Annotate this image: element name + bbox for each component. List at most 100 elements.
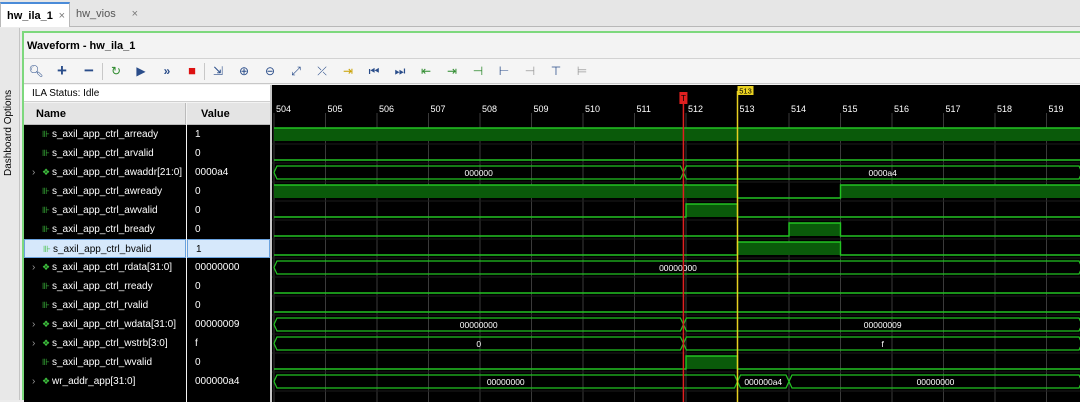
- signal-row[interactable]: ›❖s_axil_app_ctrl_wdata[31:0]: [24, 315, 186, 334]
- signal-row[interactable]: ›❖wr_addr_app[31:0]: [24, 372, 186, 391]
- run-trigger-icon[interactable]: ▶: [131, 61, 151, 81]
- add-marker-icon[interactable]: ⊣: [468, 61, 488, 81]
- bit-signal-icon: ⊪: [42, 296, 50, 315]
- waveform-high-fill: [738, 242, 841, 255]
- bus-value-label: f: [882, 339, 885, 349]
- waveform-bit-trace: [274, 223, 1080, 236]
- signal-name: s_axil_app_ctrl_awaddr[21:0]: [52, 163, 182, 182]
- bit-signal-icon: ⊪: [42, 201, 50, 220]
- signal-row[interactable]: ⊪s_axil_app_ctrl_arvalid: [24, 144, 186, 163]
- marker-icon[interactable]: ⇥: [338, 61, 358, 81]
- zoom-out-icon[interactable]: ⊖: [260, 61, 280, 81]
- signal-row[interactable]: ›❖s_axil_app_ctrl_wstrb[3:0]: [24, 334, 186, 353]
- search-icon[interactable]: 🔍︎: [26, 61, 46, 81]
- signal-value[interactable]: 0000a4: [187, 163, 270, 182]
- bit-signal-icon: ⊪: [43, 240, 51, 258]
- signal-value[interactable]: 0: [187, 182, 270, 201]
- signal-name: s_axil_app_ctrl_arvalid: [52, 144, 154, 163]
- signal-row[interactable]: ⊪s_axil_app_ctrl_arready: [24, 125, 186, 144]
- tab-hw-ila-1[interactable]: hw_ila_1 ×: [0, 2, 70, 27]
- bus-value-label: 00000000: [487, 377, 525, 387]
- value-column-header[interactable]: Value: [187, 103, 270, 125]
- zoom-fit-icon[interactable]: ⤢: [286, 61, 306, 81]
- next-marker-icon[interactable]: ⊣: [520, 61, 540, 81]
- tab-label: hw_ila_1: [7, 10, 53, 22]
- toolbar: 🔍︎ + − ↻ ▶ » ■ ⇲ ⊕ ⊖ ⤢ ⤫ ⇥ ⏮ ⏭ ⇤ ⇥ ⊣ ⊢ ⊣…: [24, 58, 1080, 84]
- signal-value[interactable]: 1: [187, 125, 270, 144]
- add-icon[interactable]: +: [52, 61, 72, 81]
- signal-value[interactable]: 0: [187, 144, 270, 163]
- signal-row[interactable]: ⊪s_axil_app_ctrl_bready: [24, 220, 186, 239]
- tick-label: 513: [740, 104, 755, 114]
- panel-title: Waveform - hw_ila_1: [27, 40, 135, 52]
- bus-signal-icon: ❖: [42, 258, 50, 277]
- bus-value-label: 0: [476, 339, 481, 349]
- tick-label: 517: [946, 104, 961, 114]
- signal-value[interactable]: 0: [187, 353, 270, 372]
- dashboard-options-label[interactable]: Dashboard Options: [3, 90, 14, 176]
- stop-icon[interactable]: ■: [182, 61, 202, 81]
- cursor-icon[interactable]: ⤫: [312, 61, 332, 81]
- close-icon[interactable]: ×: [132, 8, 138, 20]
- tick-label: 512: [688, 104, 703, 114]
- bus-value-label: 00000000: [659, 263, 697, 273]
- expand-chevron-icon[interactable]: ›: [32, 315, 35, 334]
- expand-chevron-icon[interactable]: ›: [32, 372, 35, 391]
- signal-value[interactable]: 00000009: [187, 315, 270, 334]
- signal-name: s_axil_app_ctrl_awvalid: [52, 201, 158, 220]
- run-immediate-icon[interactable]: »: [157, 61, 177, 81]
- go-first-icon[interactable]: ⏮: [364, 61, 384, 81]
- bus-value-label: 00000000: [917, 377, 955, 387]
- expand-chevron-icon[interactable]: ›: [32, 334, 35, 353]
- signal-name: s_axil_app_ctrl_wvalid: [52, 353, 152, 372]
- tick-label: 508: [482, 104, 497, 114]
- signal-value[interactable]: 000000a4: [187, 372, 270, 391]
- signal-row[interactable]: ⊪s_axil_app_ctrl_wvalid: [24, 353, 186, 372]
- waveform-canvas[interactable]: 5045055065075085095105115125135145155165…: [272, 85, 1080, 402]
- tab-bar: hw_ila_1 × hw_vios ×: [0, 0, 1080, 27]
- expand-chevron-icon[interactable]: ›: [32, 163, 35, 182]
- name-column-header[interactable]: Name: [24, 103, 186, 125]
- signal-name-list: ⊪s_axil_app_ctrl_arready⊪s_axil_app_ctrl…: [24, 125, 186, 402]
- refresh-icon[interactable]: ↻: [106, 61, 126, 81]
- next-transition-icon[interactable]: ⇥: [442, 61, 462, 81]
- signal-row[interactable]: ⊪s_axil_app_ctrl_rvalid: [24, 296, 186, 315]
- signal-row[interactable]: ⊪s_axil_app_ctrl_awvalid: [24, 201, 186, 220]
- remove-icon[interactable]: −: [79, 61, 99, 81]
- signal-row[interactable]: ⊪s_axil_app_ctrl_bvalid: [24, 239, 186, 258]
- zoom-in-icon[interactable]: ⊕: [234, 61, 254, 81]
- signal-row[interactable]: ⊪s_axil_app_ctrl_rready: [24, 277, 186, 296]
- go-last-icon[interactable]: ⏭: [390, 61, 410, 81]
- expand-chevron-icon[interactable]: ›: [32, 258, 35, 277]
- signal-row[interactable]: ›❖s_axil_app_ctrl_awaddr[21:0]: [24, 163, 186, 182]
- waveform-view[interactable]: 5045055065075085095105115125135145155165…: [272, 85, 1080, 402]
- signal-value[interactable]: 0: [187, 201, 270, 220]
- prev-transition-icon[interactable]: ⇤: [416, 61, 436, 81]
- cursor-marker-label: 513: [739, 87, 752, 96]
- trigger-marker-label: T: [681, 94, 686, 103]
- bit-signal-icon: ⊪: [42, 182, 50, 201]
- bus-value-label: 000000a4: [744, 377, 782, 387]
- tick-label: 506: [379, 104, 394, 114]
- waveform-bit-trace: [274, 204, 1080, 217]
- dashboard-options-sidebar[interactable]: Dashboard Options: [0, 28, 20, 400]
- signal-row[interactable]: ⊪s_axil_app_ctrl_awready: [24, 182, 186, 201]
- signal-value[interactable]: 0: [187, 277, 270, 296]
- export-icon[interactable]: ⇲: [208, 61, 228, 81]
- signal-value[interactable]: f: [187, 334, 270, 353]
- waveform-bit-trace: [274, 242, 1080, 255]
- signal-row[interactable]: ›❖s_axil_app_ctrl_rdata[31:0]: [24, 258, 186, 277]
- prev-marker-icon[interactable]: ⊢: [494, 61, 514, 81]
- signal-value[interactable]: 00000000: [187, 258, 270, 277]
- bus-signal-icon: ❖: [42, 315, 50, 334]
- signal-value[interactable]: 1: [187, 239, 270, 258]
- signal-value[interactable]: 0: [187, 296, 270, 315]
- swap-cursor-icon[interactable]: ⊤: [546, 61, 566, 81]
- tab-hw-vios[interactable]: hw_vios ×: [70, 2, 142, 27]
- ruler-icon[interactable]: ⊨: [572, 61, 592, 81]
- bit-signal-icon: ⊪: [42, 277, 50, 296]
- close-icon[interactable]: ×: [59, 10, 65, 22]
- signal-value[interactable]: 0: [187, 220, 270, 239]
- signal-name: s_axil_app_ctrl_rvalid: [52, 296, 148, 315]
- waveform-high-fill: [686, 356, 738, 369]
